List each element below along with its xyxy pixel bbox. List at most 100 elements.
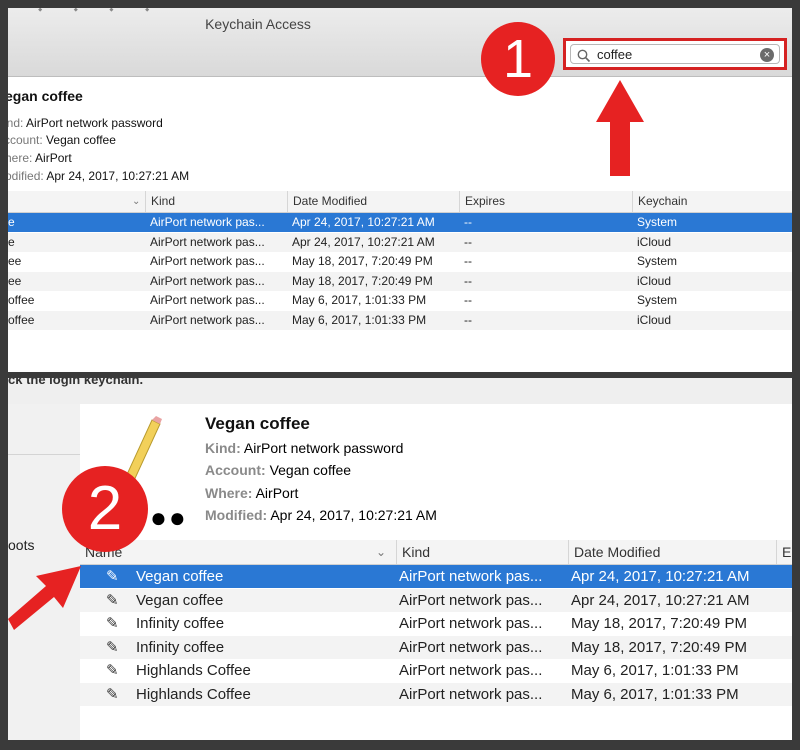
cell-date-modified: May 6, 2017, 1:01:33 PM (292, 312, 427, 327)
search-input[interactable] (597, 45, 747, 63)
table-header: ⌄ Kind Date Modified Expires Keychain (8, 191, 792, 213)
table-row[interactable]: ✎ Highlands Coffee AirPort network pas... M… (80, 659, 792, 682)
item-name: Vegan coffee (205, 414, 310, 433)
column-header-date-modified[interactable]: Date Modified (287, 191, 459, 212)
detail-where-value: AirPort (35, 151, 72, 165)
cell-keychain: System (637, 254, 678, 268)
step-badge-1: 1 (481, 22, 555, 96)
detail-where: here: AirPort (8, 151, 72, 165)
cell-kind: AirPort network pas... (399, 685, 543, 703)
cell-kind: AirPort network pas... (399, 615, 543, 632)
detail-kind: ind: AirPort network password (8, 116, 163, 130)
table-header: Name ⌄ Kind Date Modified E (80, 540, 792, 565)
key-item-icon: ✎ (106, 638, 119, 656)
cell-name: Vegan coffee (136, 591, 224, 609)
cell-date-modified: May 6, 2017, 1:01:33 PM (292, 293, 427, 307)
table-row[interactable]: ✎ Vegan coffee AirPort network pas... Apr 2… (80, 565, 792, 588)
table-row[interactable]: ✎ Infinity coffee AirPort network pas... Ma… (80, 612, 792, 635)
main-pane: ●● Vegan coffee Kind: AirPort network pa… (80, 404, 792, 740)
keychain-window-search-view: ⬩ ⬩ ⬩ ⬩ Keychain Access × 1 egan coffee … (8, 8, 792, 372)
cell-kind: AirPort network pas... (150, 293, 265, 307)
cell-kind: AirPort network pas... (399, 568, 543, 585)
table-row[interactable]: ✎ Highlands Coffee AirPort network pas... M… (80, 682, 792, 706)
column-header-date-modified[interactable]: Date Modified (568, 540, 776, 564)
step-badge-2: 2 (62, 466, 148, 552)
window-title: Keychain Access (205, 16, 311, 32)
column-header-kind[interactable]: Kind (145, 191, 287, 212)
cell-keychain: System (637, 215, 678, 229)
table-row[interactable]: offee AirPort network pas... May 6, 2017, … (8, 291, 792, 310)
window-titlebar: ⬩ ⬩ ⬩ ⬩ Keychain Access × (8, 8, 792, 77)
detail-modified-value: Apr 24, 2017, 10:27:21 AM (270, 507, 437, 523)
cell-name: Infinity coffee (136, 615, 225, 632)
cell-expires: -- (464, 273, 472, 288)
search-input-box[interactable]: × (570, 44, 780, 64)
cell-kind: AirPort network pas... (150, 273, 265, 288)
cell-expires: -- (464, 234, 472, 249)
detail-kind-label: ind: (8, 116, 24, 130)
cell-name: Infinity coffee (136, 638, 225, 656)
chevron-down-icon[interactable]: ⌄ (376, 540, 386, 564)
keychain-window-item-view: ck the login keychain. oots ●● Vegan cof… (8, 378, 792, 740)
column-header-expires[interactable]: E (776, 540, 792, 564)
table-row[interactable]: e AirPort network pas... Apr 24, 2017, 10:… (8, 213, 792, 232)
cell-expires: -- (464, 215, 472, 229)
cell-date-modified: May 18, 2017, 7:20:49 PM (571, 638, 747, 656)
column-header-keychain[interactable]: Keychain (632, 191, 792, 212)
table-row[interactable]: ✎ Infinity coffee AirPort network pas... Ma… (80, 635, 792, 659)
password-dots: ●● (150, 502, 188, 533)
cell-name: Highlands Coffee (136, 662, 251, 679)
cell-expires: -- (464, 254, 472, 268)
cell-name: e (8, 215, 15, 229)
cell-date-modified: Apr 24, 2017, 10:27:21 AM (292, 234, 435, 249)
cell-name: offee (8, 312, 35, 327)
clear-icon[interactable]: × (760, 48, 774, 62)
cell-kind: AirPort network pas... (150, 254, 265, 268)
detail-modified-value: Apr 24, 2017, 10:27:21 AM (46, 169, 190, 183)
cell-keychain: iCloud (637, 312, 672, 327)
cell-kind: AirPort network pas... (150, 215, 265, 229)
cell-keychain: iCloud (637, 234, 672, 249)
table-row[interactable]: ee AirPort network pas... May 18, 2017, 7:… (8, 271, 792, 291)
chevron-down-icon[interactable]: ⌄ (132, 191, 140, 212)
cell-date-modified: Apr 24, 2017, 10:27:21 AM (571, 591, 750, 609)
detail-account-value: Vegan coffee (46, 133, 116, 147)
magnifier-icon (577, 49, 591, 63)
detail-kind-label: Kind: (205, 440, 241, 456)
cell-kind: AirPort network pas... (399, 591, 543, 609)
cell-expires: -- (464, 293, 472, 307)
detail-kind-value: AirPort network password (26, 116, 163, 130)
cell-date-modified: May 6, 2017, 1:01:33 PM (571, 685, 739, 703)
table-row[interactable]: offee AirPort network pas... May 6, 2017, … (8, 310, 792, 330)
sidebar-item-system-roots[interactable]: oots (8, 537, 34, 553)
column-header-expires[interactable]: Expires (459, 191, 632, 212)
cell-date-modified: May 6, 2017, 1:01:33 PM (571, 662, 739, 679)
detail-modified-label: Modified: (205, 507, 268, 523)
detail-where-label: Where: (205, 485, 253, 501)
cell-keychain: System (637, 293, 678, 307)
cell-kind: AirPort network pas... (399, 638, 543, 656)
detail-account: ccount: Vegan coffee (8, 133, 116, 147)
key-item-icon: ✎ (106, 685, 119, 703)
table-row[interactable]: ee AirPort network pas... May 18, 2017, 7:… (8, 252, 792, 271)
cell-kind: AirPort network pas... (150, 312, 265, 327)
table-row[interactable]: e AirPort network pas... Apr 24, 2017, 10:… (8, 232, 792, 252)
cell-date-modified: Apr 24, 2017, 10:27:21 AM (292, 215, 435, 229)
red-arrow-up-icon (596, 80, 644, 176)
item-name: egan coffee (8, 88, 83, 104)
cell-name: ee (8, 273, 22, 288)
detail-account: Account: Vegan coffee (205, 462, 351, 478)
red-arrow-right-icon (8, 566, 81, 630)
cell-date-modified: May 18, 2017, 7:20:49 PM (292, 254, 433, 268)
column-header-kind[interactable]: Kind (396, 540, 568, 564)
cell-name: offee (8, 293, 35, 307)
cell-keychain: iCloud (637, 273, 672, 288)
table-row[interactable]: ✎ Vegan coffee AirPort network pas... Apr 2… (80, 588, 792, 612)
detail-modified: odified: Apr 24, 2017, 10:27:21 AM (8, 169, 189, 183)
key-item-icon: ✎ (106, 662, 119, 679)
key-item-icon: ✎ (106, 568, 119, 585)
key-item-icon: ✎ (106, 615, 119, 632)
sidebar-divider (8, 454, 80, 455)
key-item-icon: ✎ (106, 591, 119, 609)
detail-account-label: Account: (205, 462, 266, 478)
